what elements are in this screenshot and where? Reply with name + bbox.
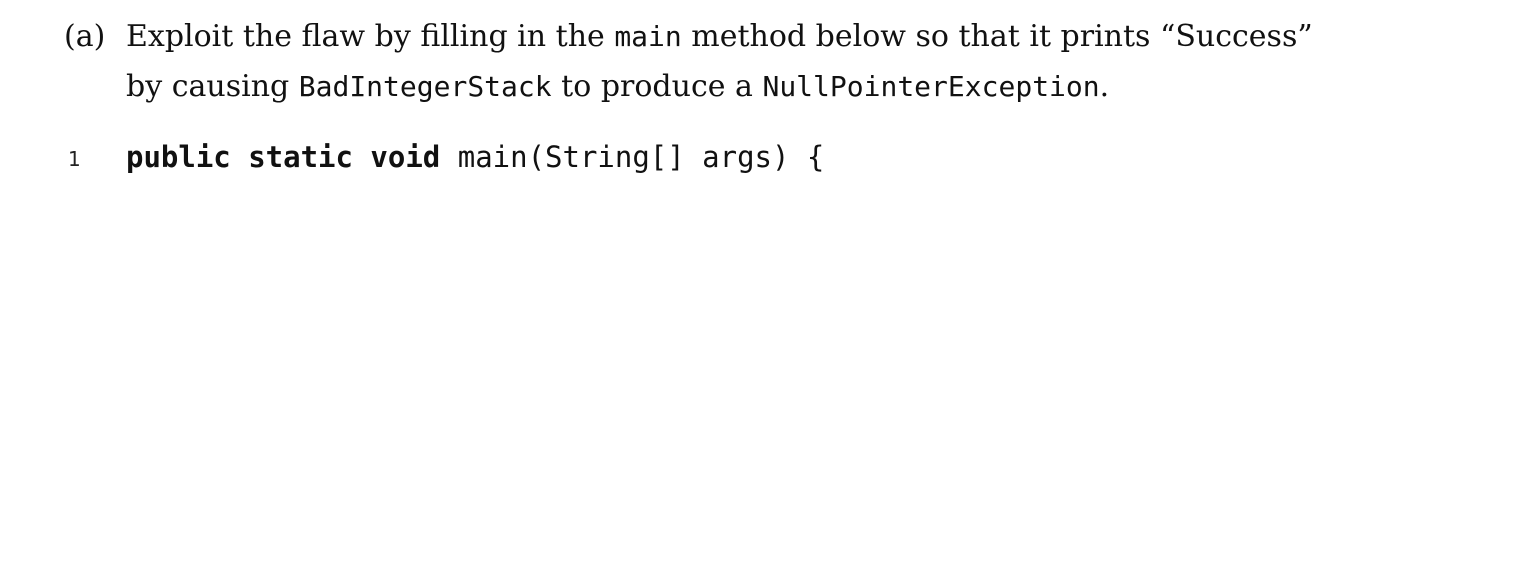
question-line-1-text-after: method below so that it prints “Success” xyxy=(681,19,1313,54)
inline-code-main: main xyxy=(614,20,682,53)
question-label: (a) xyxy=(64,19,106,54)
question-line-2-text-before: by causing xyxy=(126,69,299,104)
question-line-2-text-after: . xyxy=(1099,69,1110,104)
question-line-2: by causing BadIntegerStack to produce a … xyxy=(126,62,1426,112)
code-keywords: public static void xyxy=(126,140,441,174)
question-line-2-text-middle: to produce a xyxy=(551,69,763,104)
line-number: 1 xyxy=(68,147,81,171)
code-signature: main(String[] args) { xyxy=(440,140,825,174)
question-line-1: Exploit the flaw by filling in the main … xyxy=(126,12,1426,62)
question-line-1-text-before: Exploit the flaw by filling in the xyxy=(126,19,615,54)
inline-code-null-pointer-exception: NullPointerException xyxy=(762,70,1100,103)
inline-code-bad-integer-stack: BadIntegerStack xyxy=(298,70,552,103)
question-text: Exploit the flaw by filling in the main … xyxy=(126,12,1426,112)
code-line-text: public static void main(String[] args) { xyxy=(126,132,824,182)
